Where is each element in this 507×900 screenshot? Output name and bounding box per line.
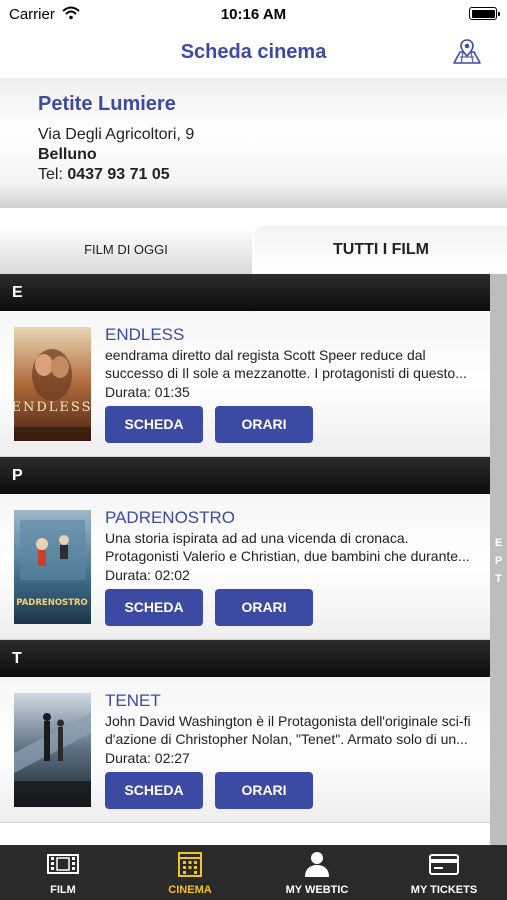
user-icon xyxy=(305,852,329,877)
section-header-p: P xyxy=(0,457,490,494)
bottom-tab-bar: FILM CINEMA MY WEBTIC MY TICKETS xyxy=(0,845,507,900)
tab-film-di-oggi[interactable]: FILM DI OGGI xyxy=(0,226,252,274)
film-description-line: Una storia ispirata ad ad una vicenda di… xyxy=(105,530,409,546)
tab-label: MY TICKETS xyxy=(410,884,478,896)
tab-my-webtic[interactable]: MY WEBTIC xyxy=(254,845,380,900)
credit-card-icon xyxy=(429,854,459,875)
film-description: John David Washington è il Protagonista … xyxy=(105,712,490,748)
tab-cinema[interactable]: CINEMA xyxy=(127,845,253,900)
map-location-icon[interactable] xyxy=(451,36,483,68)
cinema-building-icon xyxy=(178,852,202,877)
film-duration: Durata: 02:02 xyxy=(105,567,190,583)
film-title[interactable]: PADRENOSTRO xyxy=(105,508,235,528)
film-title[interactable]: ENDLESS xyxy=(105,325,184,345)
tab-film[interactable]: FILM xyxy=(0,845,126,900)
screen: Carrier 10:16 AM Scheda cinema Petite Lu… xyxy=(0,0,507,900)
nav-bar: Scheda cinema xyxy=(0,30,507,78)
index-letter-t[interactable]: T xyxy=(490,570,507,588)
svg-text:PADRENOSTRO: PADRENOSTRO xyxy=(16,598,87,608)
status-bar: Carrier 10:16 AM xyxy=(0,0,507,30)
section-header-t: T xyxy=(0,640,490,677)
list-item[interactable]: TENET John David Washington è il Protago… xyxy=(0,677,490,823)
film-description-line: John David Washington è il Protagonista … xyxy=(105,713,471,729)
film-description: eendrama diretto dal regista Scott Speer… xyxy=(105,346,490,382)
list-item[interactable]: ENDLESS ENDLESS eendrama diretto dal reg… xyxy=(0,311,490,457)
film-list: E ENDLESS ENDLESS eendrama diretto dal r… xyxy=(0,274,490,823)
tab-tutti-i-film[interactable]: TUTTI I FILM xyxy=(255,226,507,274)
index-letter-p[interactable]: P xyxy=(490,552,507,570)
cinema-address: Via Degli Agricoltori, 9 xyxy=(38,126,195,143)
phone-label: Tel: xyxy=(38,166,63,183)
orari-button[interactable]: ORARI xyxy=(215,772,313,809)
film-description-line: eendrama diretto dal regista Scott Speer… xyxy=(105,347,426,363)
section-header-e: E xyxy=(0,274,490,311)
list-item[interactable]: PADRENOSTRO PADRENOSTRO Una storia ispir… xyxy=(0,494,490,640)
battery-icon xyxy=(469,7,500,20)
scheda-button[interactable]: SCHEDA xyxy=(105,589,203,626)
tab-label: CINEMA xyxy=(168,884,212,896)
cinema-name: Petite Lumiere xyxy=(38,93,176,115)
scheda-button[interactable]: SCHEDA xyxy=(105,772,203,809)
index-letter-e[interactable]: E xyxy=(490,534,507,552)
poster-padrenostro: PADRENOSTRO xyxy=(14,510,91,624)
cinema-phone[interactable]: Tel: 0437 93 71 05 xyxy=(38,166,170,184)
phone-number: 0437 93 71 05 xyxy=(67,166,170,183)
film-duration: Durata: 01:35 xyxy=(105,384,190,400)
cinema-city: Belluno xyxy=(38,146,97,163)
film-description-line: d'azione di Christopher Nolan, "Tenet". … xyxy=(105,731,468,747)
film-description: Una storia ispirata ad ad una vicenda di… xyxy=(105,529,490,565)
film-duration: Durata: 02:27 xyxy=(105,750,190,766)
film-description-line: Protagonisti Valerio e Christian, due ba… xyxy=(105,548,470,564)
tab-my-tickets[interactable]: MY TICKETS xyxy=(381,845,507,900)
film-title[interactable]: TENET xyxy=(105,691,161,711)
page-title: Scheda cinema xyxy=(180,41,327,63)
orari-button[interactable]: ORARI xyxy=(215,589,313,626)
status-time: 10:16 AM xyxy=(220,6,287,23)
orari-button[interactable]: ORARI xyxy=(215,406,313,443)
film-strip-icon xyxy=(47,854,79,874)
cinema-info-card: Petite Lumiere Via Degli Agricoltori, 9 … xyxy=(0,78,507,208)
section-index-bar[interactable]: E P T xyxy=(490,274,507,845)
scheda-button[interactable]: SCHEDA xyxy=(105,406,203,443)
poster-tenet xyxy=(14,693,91,807)
film-filter-tabs: FILM DI OGGI TUTTI I FILM xyxy=(0,226,507,274)
tab-label: FILM xyxy=(50,884,76,896)
tab-label: MY WEBTIC xyxy=(285,884,349,896)
poster-endless: ENDLESS xyxy=(14,327,91,441)
svg-text:ENDLESS: ENDLESS xyxy=(14,400,91,415)
film-description-line: successo di Il sole a mezzanotte. I prot… xyxy=(105,365,467,381)
index-letters: E P T xyxy=(490,534,507,588)
